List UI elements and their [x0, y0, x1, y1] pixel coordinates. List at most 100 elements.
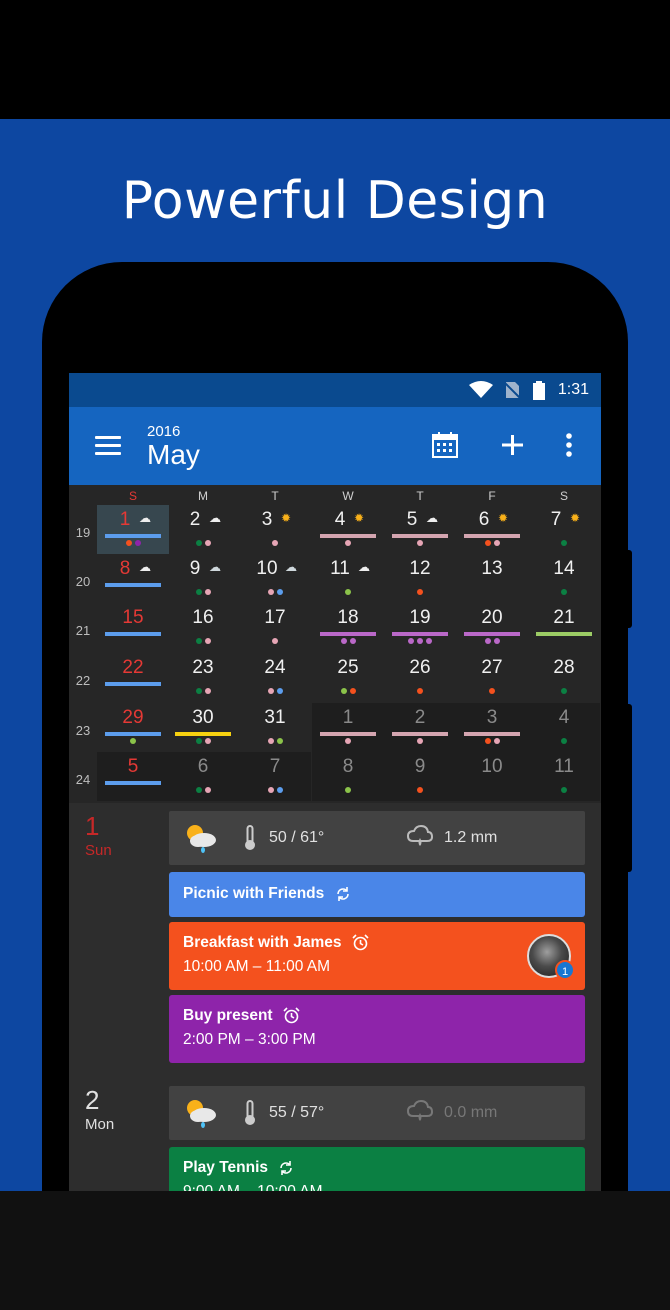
calendar-day-cell[interactable]: 26 [384, 653, 456, 702]
calendar-day-cell[interactable]: 24 [239, 653, 311, 702]
calendar-day-cell[interactable]: 7 ✹ [528, 505, 600, 554]
event-dot [349, 688, 356, 694]
calendar-day-cell[interactable]: 31 [239, 703, 311, 752]
day-number: 28 [553, 657, 575, 678]
event-dot [134, 540, 141, 546]
calendar-day-cell[interactable]: 9 [384, 752, 456, 801]
event-dots [239, 738, 311, 744]
event-dot [204, 787, 211, 793]
day-number: 21 [553, 607, 575, 628]
sunny-icon: ✹ [281, 511, 292, 525]
day-number: 7 [550, 509, 562, 530]
calendar-day-cell[interactable]: 2 [384, 703, 456, 752]
day-number: 10 [481, 756, 503, 777]
rain-cloud-icon [407, 825, 433, 846]
event-dot [267, 688, 274, 694]
event-time: 10:00 AM – 11:00 AM [183, 958, 331, 975]
calendar-day-cell[interactable]: 2 ☁ [167, 505, 239, 554]
multi-day-event-bar [392, 534, 448, 538]
calendar-day-cell[interactable]: 22 [97, 653, 169, 702]
calendar-day-cell[interactable]: 27 [456, 653, 528, 702]
calendar-day-cell[interactable]: 28 [528, 653, 600, 702]
calendar-day-cell[interactable]: 3 ✹ [239, 505, 311, 554]
event-dot [204, 589, 211, 595]
calendar-day-cell[interactable]: 10 ☁ [239, 554, 311, 603]
calendar-day-cell[interactable]: 11 [528, 752, 600, 801]
calendar-day-cell[interactable]: 12 [384, 554, 456, 603]
calendar-day-cell[interactable]: 14 [528, 554, 600, 603]
event-dot [267, 787, 274, 793]
calendar-day-cell[interactable]: 29 [97, 703, 169, 752]
day-number: 11 [554, 756, 574, 777]
event-title: Play Tennis [183, 1159, 268, 1176]
calendar-day-cell[interactable]: 16 [167, 603, 239, 652]
event-dot [267, 738, 274, 744]
menu-icon[interactable] [95, 436, 121, 456]
calendar-day-cell[interactable]: 7 [239, 752, 311, 801]
calendar-day-cell[interactable]: 11 ☁ [312, 554, 384, 603]
partly-cloudy-rain-icon [187, 1100, 216, 1128]
wifi-icon [469, 381, 493, 398]
event-breakfast-with-james[interactable]: Breakfast with James 10:00 AM – 11:00 AM… [169, 922, 585, 990]
calendar-day-cell[interactable]: 5 [97, 752, 169, 801]
multi-day-event-bar [464, 632, 520, 636]
day-number: 15 [122, 607, 144, 628]
weather-card[interactable]: 55 / 57° 0.0 mm [169, 1086, 585, 1140]
calendar-day-cell[interactable]: 3 [456, 703, 528, 752]
event-dot [204, 688, 211, 694]
more-vert-icon[interactable] [565, 431, 573, 459]
calendar-day-cell[interactable]: 1 [312, 703, 384, 752]
calendar-day-cell[interactable]: 17 [239, 603, 311, 652]
event-dot [493, 738, 500, 744]
event-dots [384, 787, 456, 793]
week-number: 23 [75, 723, 91, 738]
calendar-day-cell[interactable]: 4 [528, 703, 600, 752]
day-number: 12 [409, 558, 431, 579]
event-picnic-with-friends[interactable]: Picnic with Friends [169, 872, 585, 917]
multi-day-event-bar [175, 732, 231, 736]
calendar-day-cell[interactable]: 13 [456, 554, 528, 603]
event-dot [204, 540, 211, 546]
calendar-day-cell[interactable]: 15 [97, 603, 169, 652]
calendar-day-cell[interactable]: 6 [167, 752, 239, 801]
no-sim-icon [503, 381, 521, 399]
event-dots [456, 738, 528, 744]
partly-cloudy-icon: ☁ [358, 560, 370, 574]
partly-cloudy-icon: ☁ [139, 511, 151, 525]
multi-day-event-bar [320, 632, 376, 636]
calendar-day-cell[interactable]: 8 [312, 752, 384, 801]
event-play-tennis[interactable]: Play Tennis 9:00 AM – 10:00 AM [169, 1147, 585, 1191]
calendar-day-cell[interactable]: 23 [167, 653, 239, 702]
app-bar-month[interactable]: May [147, 439, 200, 471]
calendar-day-cell[interactable]: 5 ☁ [384, 505, 456, 554]
event-dots [456, 540, 528, 546]
status-time: 1:31 [557, 381, 589, 398]
event-dot [340, 638, 347, 644]
multi-day-event-bar [320, 732, 376, 736]
calendar-day-cell[interactable]: 30 [167, 703, 239, 752]
sunny-icon: ✹ [570, 511, 581, 525]
event-dots [167, 589, 239, 595]
weekday-header: W [342, 489, 354, 503]
calendar-day-cell[interactable]: 20 [456, 603, 528, 652]
calendar-day-cell[interactable]: 9 ☁ [167, 554, 239, 603]
event-dot [345, 738, 351, 744]
weather-card[interactable]: 50 / 61° 1.2 mm [169, 811, 585, 865]
calendar-day-cell[interactable]: 10 [456, 752, 528, 801]
event-buy-present[interactable]: Buy present 2:00 PM – 3:00 PM [169, 995, 585, 1063]
partly-cloudy-rain-icon [187, 825, 216, 853]
event-title: Picnic with Friends [183, 885, 325, 902]
day-number: 24 [264, 657, 286, 678]
calendar-day-cell[interactable]: 18 [312, 603, 384, 652]
multi-day-event-bar [464, 534, 520, 538]
calendar-day-cell[interactable]: 25 [312, 653, 384, 702]
attendee-count-badge: 1 [555, 960, 575, 980]
status-bar: 1:31 [69, 373, 601, 407]
add-icon[interactable] [500, 431, 524, 459]
calendar-today-icon[interactable] [431, 431, 459, 459]
day-number: 6 [197, 756, 209, 777]
calendar-day-cell[interactable]: 21 [528, 603, 600, 652]
calendar-day-cell[interactable]: 19 [384, 603, 456, 652]
calendar-day-cell[interactable]: 6 ✹ [456, 505, 528, 554]
calendar-day-cell[interactable]: 4 ✹ [312, 505, 384, 554]
